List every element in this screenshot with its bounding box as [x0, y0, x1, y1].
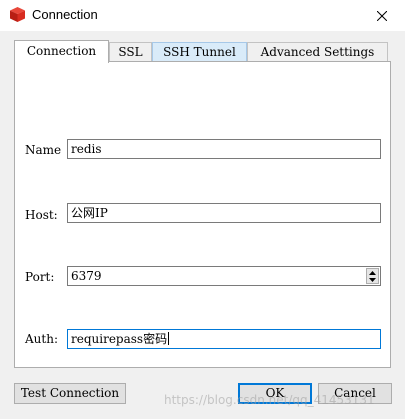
cancel-button[interactable]: Cancel: [318, 383, 392, 404]
port-label: Port:: [25, 270, 55, 284]
arrow-down-icon: [369, 277, 376, 282]
name-input[interactable]: redis: [67, 139, 381, 159]
redis-cube-icon: [10, 7, 25, 22]
ok-button[interactable]: OK: [238, 383, 312, 404]
close-icon: [377, 10, 387, 21]
window-title: Connection: [32, 7, 98, 22]
spin-down-button[interactable]: [367, 276, 378, 283]
spin-up-button[interactable]: [367, 269, 378, 276]
port-value: 6379: [71, 269, 102, 283]
title-bar: Connection: [0, 0, 405, 31]
text-caret: [168, 332, 170, 345]
auth-value: requirepass密码: [71, 332, 168, 346]
tab-ssl[interactable]: SSL: [109, 42, 152, 62]
test-connection-button[interactable]: Test Connection: [14, 383, 126, 404]
tab-advanced-settings[interactable]: Advanced Settings: [247, 42, 388, 62]
auth-input[interactable]: requirepass密码: [67, 329, 381, 349]
host-input[interactable]: 公网IP: [67, 203, 381, 223]
tab-connection[interactable]: Connection: [14, 40, 109, 63]
host-label: Host:: [25, 208, 58, 222]
dialog-body: Connection SSL SSH Tunnel Advanced Setti…: [0, 31, 405, 419]
name-label: Name: [25, 143, 62, 157]
tab-ssh-tunnel[interactable]: SSH Tunnel: [152, 42, 247, 62]
port-spinner[interactable]: [366, 268, 379, 284]
close-button[interactable]: [359, 0, 405, 31]
auth-label: Auth:: [25, 332, 58, 346]
port-input[interactable]: 6379: [67, 266, 381, 286]
arrow-up-icon: [369, 270, 376, 275]
connection-panel: Name redis Host: 公网IP Port: 6379 Auth: r…: [14, 61, 391, 368]
